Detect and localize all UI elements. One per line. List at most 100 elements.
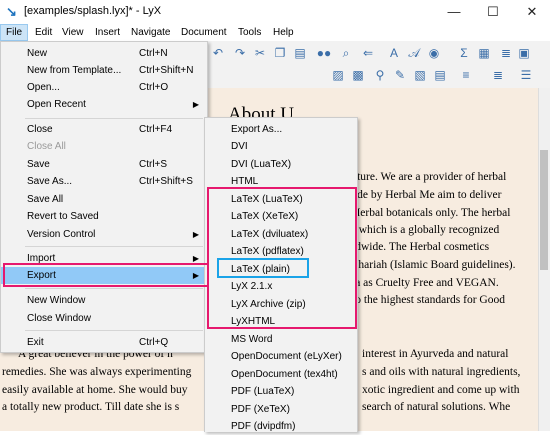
align-left-icon[interactable]: ≡	[458, 67, 474, 83]
menubar: File Edit View Insert Navigate Document …	[0, 24, 550, 41]
menu-help[interactable]: Help	[268, 25, 299, 40]
graphic-icon[interactable]: ▩	[350, 67, 366, 83]
label-icon[interactable]: ✎	[392, 67, 408, 83]
export-item-label: OpenDocument (eLyXer)	[231, 351, 342, 362]
export-item[interactable]: PDF (LuaTeX)	[205, 383, 357, 400]
menu-item-new-from-template[interactable]: New from Template... Ctrl+Shift+N	[1, 62, 207, 79]
export-item-label: PDF (dvipdfm)	[231, 421, 296, 432]
menu-item-label: Close Window	[27, 313, 91, 324]
align-center-icon[interactable]: ≣	[490, 67, 506, 83]
menu-item-label: Open...	[27, 82, 60, 93]
menu-document[interactable]: Document	[176, 25, 232, 40]
menu-item-shortcut: Ctrl+N	[139, 48, 168, 59]
export-item[interactable]: DVI	[205, 138, 357, 155]
view-icon[interactable]: ◉	[426, 45, 442, 61]
export-item[interactable]: OpenDocument (tex4ht)	[205, 366, 357, 383]
menu-item-open[interactable]: Open... Ctrl+O	[1, 79, 207, 96]
lyx-icon: ↘	[6, 4, 17, 19]
menu-item-label: Save As...	[27, 176, 73, 187]
export-item-label: Export As...	[231, 124, 283, 135]
title-bar: ↘ [examples/splash.lyx]* - LyX — ☐ ✕	[0, 0, 550, 24]
table-icon[interactable]: ▦	[476, 45, 492, 61]
export-item[interactable]: PDF (XeTeX)	[205, 401, 357, 418]
hyperlink-icon[interactable]: ⚲	[372, 67, 388, 83]
outline-icon[interactable]: ▣	[516, 45, 532, 61]
document-line: easily available at home. She would buy	[2, 384, 188, 396]
menu-item-label: Revert to Saved	[27, 211, 99, 222]
document-line: to the highest standards for Good	[352, 294, 505, 306]
footnote-icon[interactable]: ▤	[432, 67, 448, 83]
document-line: Herbal botanicals only. The herbal	[352, 207, 511, 219]
export-item-label: PDF (XeTeX)	[231, 404, 290, 415]
close-button[interactable]: ✕	[518, 2, 546, 22]
menu-item-save-as[interactable]: Save As... Ctrl+Shift+S	[1, 173, 207, 190]
menu-tools[interactable]: Tools	[233, 25, 266, 40]
menu-item-shortcut: Ctrl+F4	[139, 124, 173, 135]
menu-item-label: Exit	[27, 337, 44, 348]
scrollbar-thumb[interactable]	[540, 150, 548, 270]
menu-item-version-control[interactable]: Version Control ▶	[1, 226, 207, 243]
document-line: ldwide. The Herbal cosmetics	[352, 241, 490, 253]
menu-item-shortcut: Ctrl+Shift+N	[139, 65, 194, 76]
export-item[interactable]: DVI (LuaTeX)	[205, 156, 357, 173]
maximize-button[interactable]: ☐	[479, 2, 507, 22]
export-item-label: MS Word	[231, 334, 273, 345]
menu-item-close-window[interactable]: Close Window	[1, 310, 207, 327]
menu-separator	[25, 118, 203, 119]
menu-edit[interactable]: Edit	[30, 25, 57, 40]
window-title: [examples/splash.lyx]* - LyX	[24, 5, 162, 17]
menu-file[interactable]: File	[0, 24, 29, 41]
menu-view[interactable]: View	[57, 25, 89, 40]
minimize-button[interactable]: —	[440, 2, 468, 22]
menu-separator	[25, 330, 203, 331]
menu-item-label: Close	[27, 124, 53, 135]
copy-icon[interactable]: ❐	[272, 45, 288, 61]
menu-separator	[25, 246, 203, 247]
document-line: interest in Ayurveda and natural	[362, 348, 509, 360]
menu-item-label: New	[27, 48, 48, 59]
menu-item-exit[interactable]: Exit Ctrl+Q	[1, 334, 207, 351]
toc-icon[interactable]: ≣	[498, 45, 514, 61]
menu-item-label: Open Recent	[27, 99, 86, 110]
undo-icon[interactable]: ↶	[210, 45, 226, 61]
cut-icon[interactable]: ✂	[252, 45, 268, 61]
file-menu: New Ctrl+N New from Template... Ctrl+Shift…	[0, 41, 208, 353]
menu-item-label: New from Template...	[27, 65, 122, 76]
font-icon[interactable]: A	[386, 45, 402, 61]
document-line: xotic ingredient and come up with	[362, 384, 520, 396]
menu-insert[interactable]: Insert	[90, 25, 125, 40]
menu-item-label: Save	[27, 159, 50, 170]
menu-item-save[interactable]: Save Ctrl+S	[1, 156, 207, 173]
menu-item-shortcut: Ctrl+Shift+S	[139, 176, 193, 187]
menu-item-revert-to-saved[interactable]: Revert to Saved	[1, 208, 207, 225]
figure-icon[interactable]: ▨	[330, 67, 346, 83]
redo-icon[interactable]: ↷	[232, 45, 248, 61]
document-line: a totally new product. Till date she is …	[2, 401, 180, 413]
menu-item-save-all[interactable]: Save All	[1, 191, 207, 208]
menu-separator	[25, 288, 203, 289]
find-icon[interactable]: ⌕	[338, 45, 354, 61]
document-line: remedies. She was always experimenting	[2, 366, 192, 378]
document-line: ature. We are a provider of herbal	[352, 171, 507, 183]
export-item[interactable]: OpenDocument (eLyXer)	[205, 348, 357, 365]
menu-navigate[interactable]: Navigate	[126, 25, 175, 40]
text-style-icon[interactable]: 𝒜	[406, 45, 422, 61]
menu-item-new-window[interactable]: New Window	[1, 292, 207, 309]
menu-item-shortcut: Ctrl+O	[139, 82, 169, 93]
menu-item-open-recent[interactable]: Open Recent ▶	[1, 96, 207, 113]
navigate-icon[interactable]: ⇐	[360, 45, 376, 61]
align-right-icon[interactable]: ☰	[518, 67, 534, 83]
annotation-latex-plain	[217, 258, 309, 278]
math-icon[interactable]: Σ	[456, 45, 472, 61]
annotation-export-highlight	[3, 263, 209, 287]
export-item[interactable]: Export As...	[205, 121, 357, 138]
menu-item-close[interactable]: Close Ctrl+F4	[1, 121, 207, 138]
menu-item-new[interactable]: New Ctrl+N	[1, 45, 207, 62]
spellcheck-icon[interactable]: ●●	[316, 45, 332, 61]
export-item[interactable]: PDF (dvipdfm)	[205, 418, 357, 435]
paste-icon[interactable]: ▤	[292, 45, 308, 61]
export-item[interactable]: MS Word	[205, 331, 357, 348]
menu-item-label: Version Control	[27, 229, 96, 240]
note-icon[interactable]: ▧	[412, 67, 428, 83]
export-item-label: OpenDocument (tex4ht)	[231, 369, 338, 380]
